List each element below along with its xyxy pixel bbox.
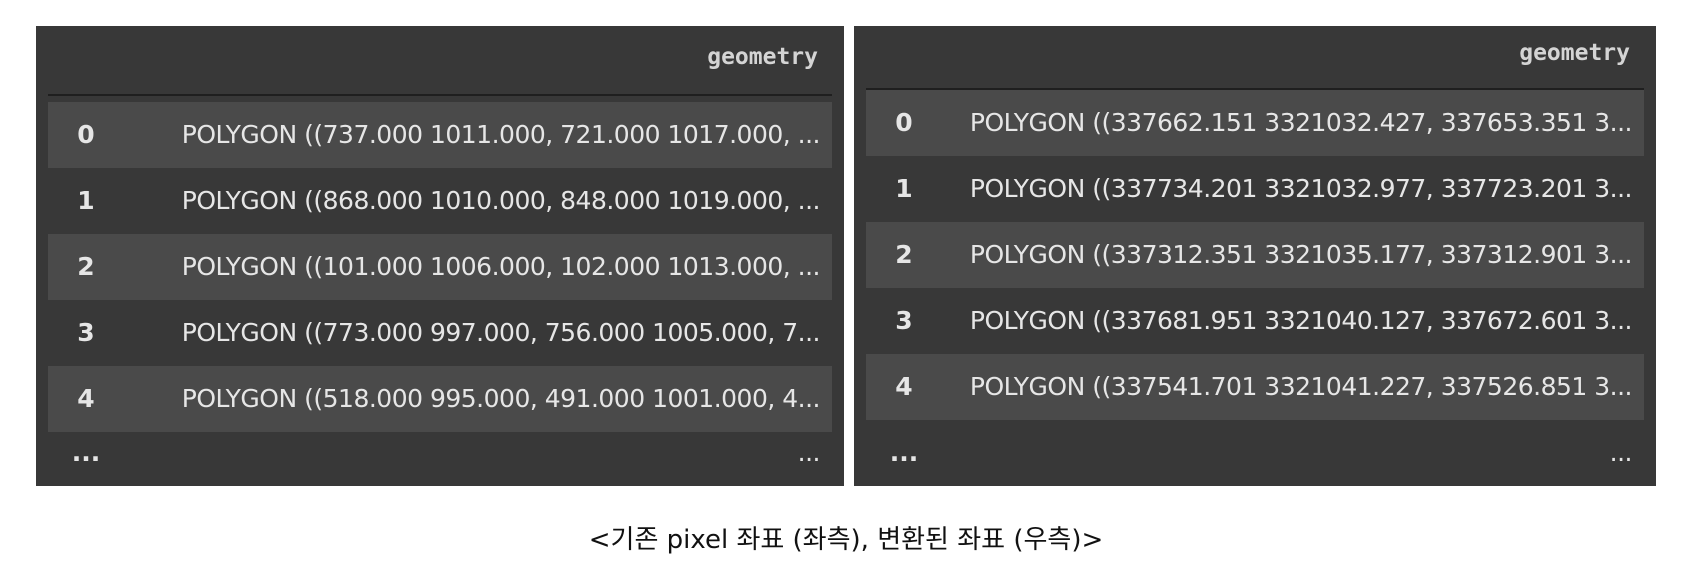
table-row: 4 POLYGON ((337541.701 3321041.227, 3375… — [866, 354, 1644, 420]
column-header-geometry: geometry — [1519, 40, 1630, 66]
row-index: 0 — [895, 108, 913, 137]
table-row-ellipsis: ... ... — [48, 420, 832, 486]
geometry-cell: POLYGON ((337541.701 3321041.227, 337526… — [969, 372, 1633, 401]
geometry-cell: POLYGON ((337662.151 3321032.427, 337653… — [969, 108, 1633, 137]
row-index: 4 — [895, 372, 913, 401]
row-index: 1 — [77, 186, 95, 215]
left-geometry-table: geometry 0 POLYGON ((737.000 1011.000, 7… — [36, 26, 844, 486]
table-row: 0 POLYGON ((337662.151 3321032.427, 3376… — [866, 90, 1644, 156]
geometry-cell: POLYGON ((868.000 1010.000, 848.000 1019… — [181, 186, 821, 215]
figure-caption: <기존 pixel 좌표 (좌측), 변환된 좌표 (우측)> — [588, 525, 1104, 555]
table-row: 2 POLYGON ((337312.351 3321035.177, 3373… — [866, 222, 1644, 288]
geometry-cell-ellipsis: ... — [1609, 438, 1633, 467]
table-row: 1 POLYGON ((868.000 1010.000, 848.000 10… — [48, 168, 832, 234]
geometry-cell: POLYGON ((337681.951 3321040.127, 337672… — [969, 306, 1633, 335]
row-index: 3 — [895, 306, 913, 335]
table-header: geometry — [48, 26, 832, 96]
geometry-cell: POLYGON ((337312.351 3321035.177, 337312… — [969, 240, 1633, 269]
row-index: 3 — [77, 318, 95, 347]
row-index: 2 — [77, 252, 95, 281]
row-index: 0 — [77, 120, 95, 149]
table-row-ellipsis: ... ... — [866, 420, 1644, 486]
row-index: 1 — [895, 174, 913, 203]
geometry-cell: POLYGON ((773.000 997.000, 756.000 1005.… — [181, 318, 821, 347]
table-row: 3 POLYGON ((773.000 997.000, 756.000 100… — [48, 300, 832, 366]
row-index: 2 — [895, 240, 913, 269]
geometry-cell: POLYGON ((101.000 1006.000, 102.000 1013… — [181, 252, 821, 281]
geometry-cell-ellipsis: ... — [797, 438, 821, 467]
right-geometry-table: geometry 0 POLYGON ((337662.151 3321032.… — [854, 26, 1656, 486]
row-index-ellipsis: ... — [71, 438, 101, 467]
geometry-cell: POLYGON ((337734.201 3321032.977, 337723… — [969, 174, 1633, 203]
table-row: 3 POLYGON ((337681.951 3321040.127, 3376… — [866, 288, 1644, 354]
geometry-cell: POLYGON ((737.000 1011.000, 721.000 1017… — [181, 120, 821, 149]
table-row: 1 POLYGON ((337734.201 3321032.977, 3377… — [866, 156, 1644, 222]
table-row: 2 POLYGON ((101.000 1006.000, 102.000 10… — [48, 234, 832, 300]
column-header-geometry: geometry — [707, 44, 818, 70]
table-header: geometry — [866, 26, 1644, 90]
row-index-ellipsis: ... — [889, 438, 919, 467]
table-row: 0 POLYGON ((737.000 1011.000, 721.000 10… — [48, 102, 832, 168]
